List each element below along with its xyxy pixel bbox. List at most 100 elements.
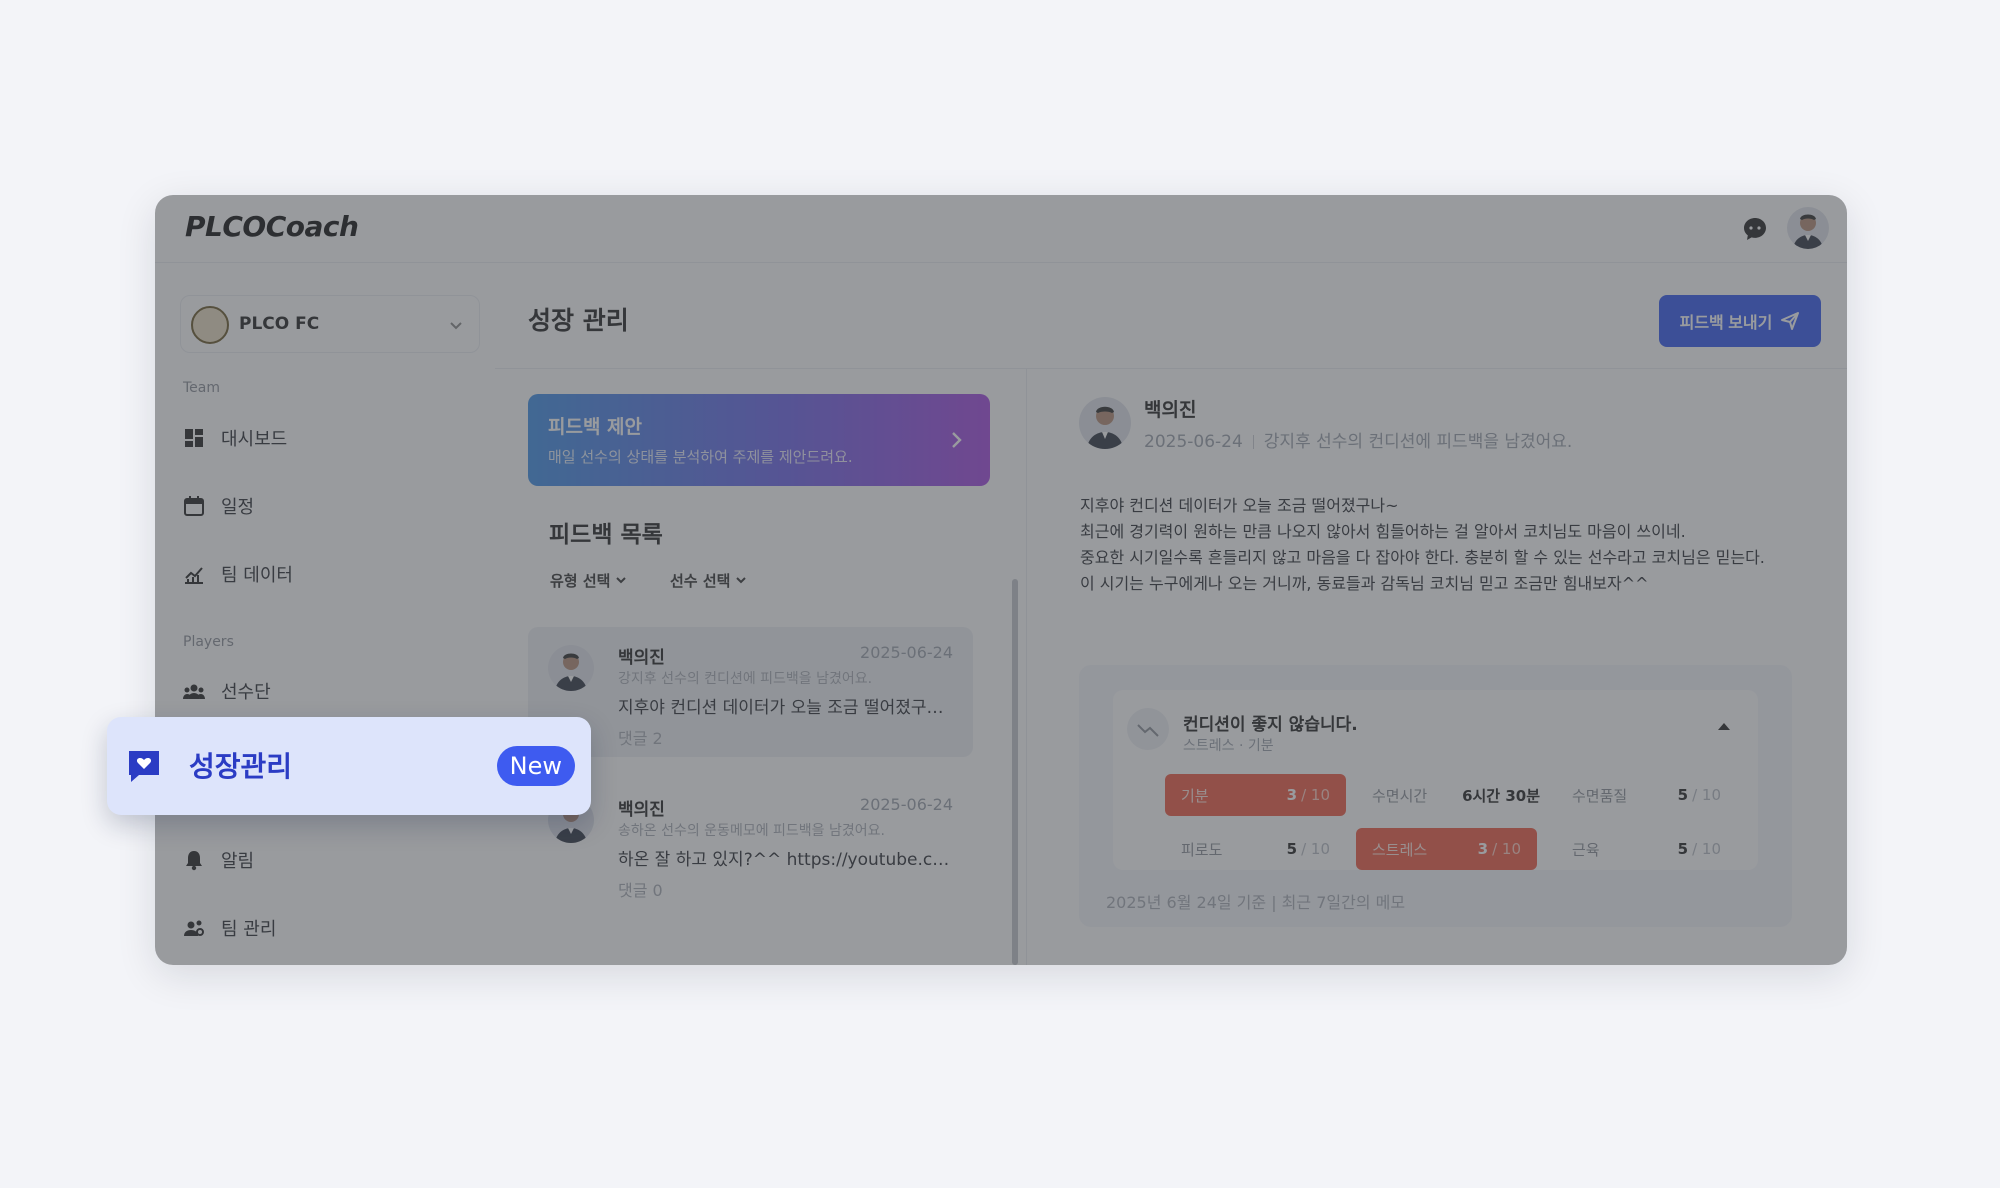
feedback-card[interactable]: 백의진 2025-06-24 강지후 선수의 컨디션에 피드백을 남겼어요. 지… [528,627,973,757]
chevron-down-icon [616,577,627,584]
card-author: 백의진 [618,648,665,668]
type-filter-label: 유형 선택 [550,571,611,590]
metric-value: 5 [1677,786,1689,804]
page-title: 성장 관리 [528,306,629,335]
card-author: 백의진 [618,800,665,820]
sidebar-item-alerts[interactable]: 알림 [183,840,473,880]
team-manage-icon [184,920,204,936]
metric-muscle: 근육 5 / 10 [1556,828,1737,870]
send-feedback-label: 피드백 보내기 [1679,315,1773,332]
trend-down-icon [1127,708,1169,750]
detail-author: 백의진 [1144,399,1197,421]
metric-max: / 10 [1301,786,1330,804]
player-filter-select[interactable]: 선수 선택 [660,562,758,598]
card-date: 2025-06-24 [860,643,953,662]
sidebar-item-growth-management[interactable]: 성장관리 New [107,717,591,815]
card-body: 지후야 컨디션 데이터가 오늘 조금 떨어졌구나... [618,698,958,718]
metric-value: 3 [1286,786,1298,804]
detail-body-line: 지후야 컨디션 데이터가 오늘 조금 떨어졌구나~ [1080,496,1399,515]
sidebar-item-team-manage[interactable]: 팀 관리 [183,908,473,948]
metric-value: 5 [1286,840,1298,858]
heart-chat-icon [129,751,159,782]
feedback-suggest-banner[interactable]: 피드백 제안 매일 선수의 상태를 분석하여 주제를 제안드려요. [528,394,990,486]
section-label-players: Players [183,634,234,650]
sidebar-item-label: 대시보드 [221,429,288,450]
team-name: PLCO FC [239,314,320,334]
metric-max: / 10 [1692,840,1721,858]
feedback-detail-panel: 백의진 2025-06-24 강지후 선수의 컨디션에 피드백을 남겼어요. 지후… [1027,369,1847,965]
condition-title: 컨디션이 좋지 않습니다. [1183,715,1358,735]
sidebar-item-label: 팀 관리 [221,919,277,940]
card-subtitle: 강지후 선수의 컨디션에 피드백을 남겼어요. [618,671,873,687]
suggest-title: 피드백 제안 [548,416,643,438]
app-logo[interactable]: PLCOCoach [185,210,359,243]
metric-fatigue: 피로도 5 / 10 [1165,828,1346,870]
sidebar-item-team-data[interactable]: 팀 데이터 [183,554,473,594]
sidebar-item-label: 선수단 [221,682,271,703]
metric-label: 기분 [1181,786,1209,805]
main-header: 성장 관리 피드백 보내기 [495,263,1847,369]
metric-label: 수면품질 [1572,786,1628,805]
send-feedback-button[interactable]: 피드백 보내기 [1659,295,1821,347]
feedback-list-panel: 피드백 제안 매일 선수의 상태를 분석하여 주제를 제안드려요. 피드백 목록… [495,369,1018,965]
chat-icon[interactable] [1741,215,1769,243]
sidebar-item-label: 알림 [221,851,255,872]
detail-body-line: 중요한 시기일수록 흔들리지 않고 마음을 다 잡아야 한다. 충분히 할 수 … [1080,548,1765,567]
detail-body: 지후야 컨디션 데이터가 오늘 조금 떨어졌구나~ 최근에 경기력이 원하는 만… [1080,493,1800,597]
calendar-icon [184,496,204,516]
suggest-subtitle: 매일 선수의 상태를 분석하여 주제를 제안드려요. [548,448,853,466]
top-bar: PLCOCoach [155,195,1847,263]
chevron-right-icon [952,432,962,448]
divider [1252,435,1254,449]
metric-stress: 스트레스 3 / 10 [1356,828,1537,870]
sidebar-item-squad[interactable]: 선수단 [183,671,473,711]
condition-summary: 컨디션이 좋지 않습니다. 스트레스 · 기분 기분 3 / 10 수면시간 6… [1079,665,1792,927]
new-badge: New [496,746,575,786]
metric-label: 피로도 [1181,840,1223,859]
logo-brand: PLCO [185,210,266,243]
metric-max: / 10 [1692,786,1721,804]
type-filter-select[interactable]: 유형 선택 [540,562,638,598]
avatar [548,645,594,691]
metric-sleep-quality: 수면품질 5 / 10 [1556,774,1737,816]
team-selector[interactable]: PLCO FC [180,295,480,353]
sidebar-item-dashboard[interactable]: 대시보드 [183,418,473,458]
caret-up-icon[interactable] [1716,720,1732,732]
metric-max: / 10 [1301,840,1330,858]
detail-meta: 2025-06-24 강지후 선수의 컨디션에 피드백을 남겼어요. [1144,427,1572,452]
detail-body-line: 이 시기는 누구에게나 오는 거니까, 동료들과 감독님 코치님 믿고 조금만 … [1080,574,1649,593]
feedback-list-title: 피드백 목록 [549,522,663,548]
detail-body-line: 최근에 경기력이 원하는 만큼 나오지 않아서 힘들어하는 걸 알아서 코치님도… [1080,522,1686,541]
send-icon [1781,312,1800,330]
card-subtitle: 송하온 선수의 운동메모에 피드백을 남겼어요. [618,823,885,839]
card-comment-count: 댓글 2 [618,729,663,748]
feedback-card[interactable]: 백의진 2025-06-24 송하온 선수의 운동메모에 피드백을 남겼어요. … [528,779,973,909]
condition-footer: 2025년 6월 24일 기준 | 최근 7일간의 메모 [1106,893,1406,912]
card-date: 2025-06-24 [860,795,953,814]
chevron-down-icon [450,322,462,330]
card-body: 하온 잘 하고 있지?^^ https://youtube.com... [618,850,958,870]
player-filter-label: 선수 선택 [670,571,731,590]
section-label-team: Team [183,380,221,396]
bell-icon [186,851,202,871]
metric-value: 5 [1677,840,1689,858]
user-avatar[interactable] [1787,207,1829,249]
detail-date: 2025-06-24 [1144,432,1243,452]
list-scrollbar[interactable] [1012,579,1018,965]
avatar [1079,397,1131,449]
sidebar-item-label: 팀 데이터 [221,565,293,586]
sidebar-item-label: 일정 [221,497,255,518]
card-comment-count: 댓글 0 [618,881,663,900]
highlight-label: 성장관리 [189,750,293,783]
metric-label: 스트레스 [1372,840,1428,859]
metric-value: 3 [1477,840,1489,858]
detail-description: 강지후 선수의 컨디션에 피드백을 남겼어요. [1263,432,1573,452]
sidebar-item-schedule[interactable]: 일정 [183,486,473,526]
condition-card: 컨디션이 좋지 않습니다. 스트레스 · 기분 기분 3 / 10 수면시간 6… [1113,690,1758,870]
condition-tags: 스트레스 · 기분 [1183,738,1274,754]
people-icon [183,684,205,699]
chart-icon [185,567,203,584]
metric-value: 6시간 30분 [1462,786,1540,805]
sidebar: PLCO FC Team 대시보드 일정 팀 데이터 Players 선수단 알… [155,263,495,965]
team-logo [191,306,229,344]
